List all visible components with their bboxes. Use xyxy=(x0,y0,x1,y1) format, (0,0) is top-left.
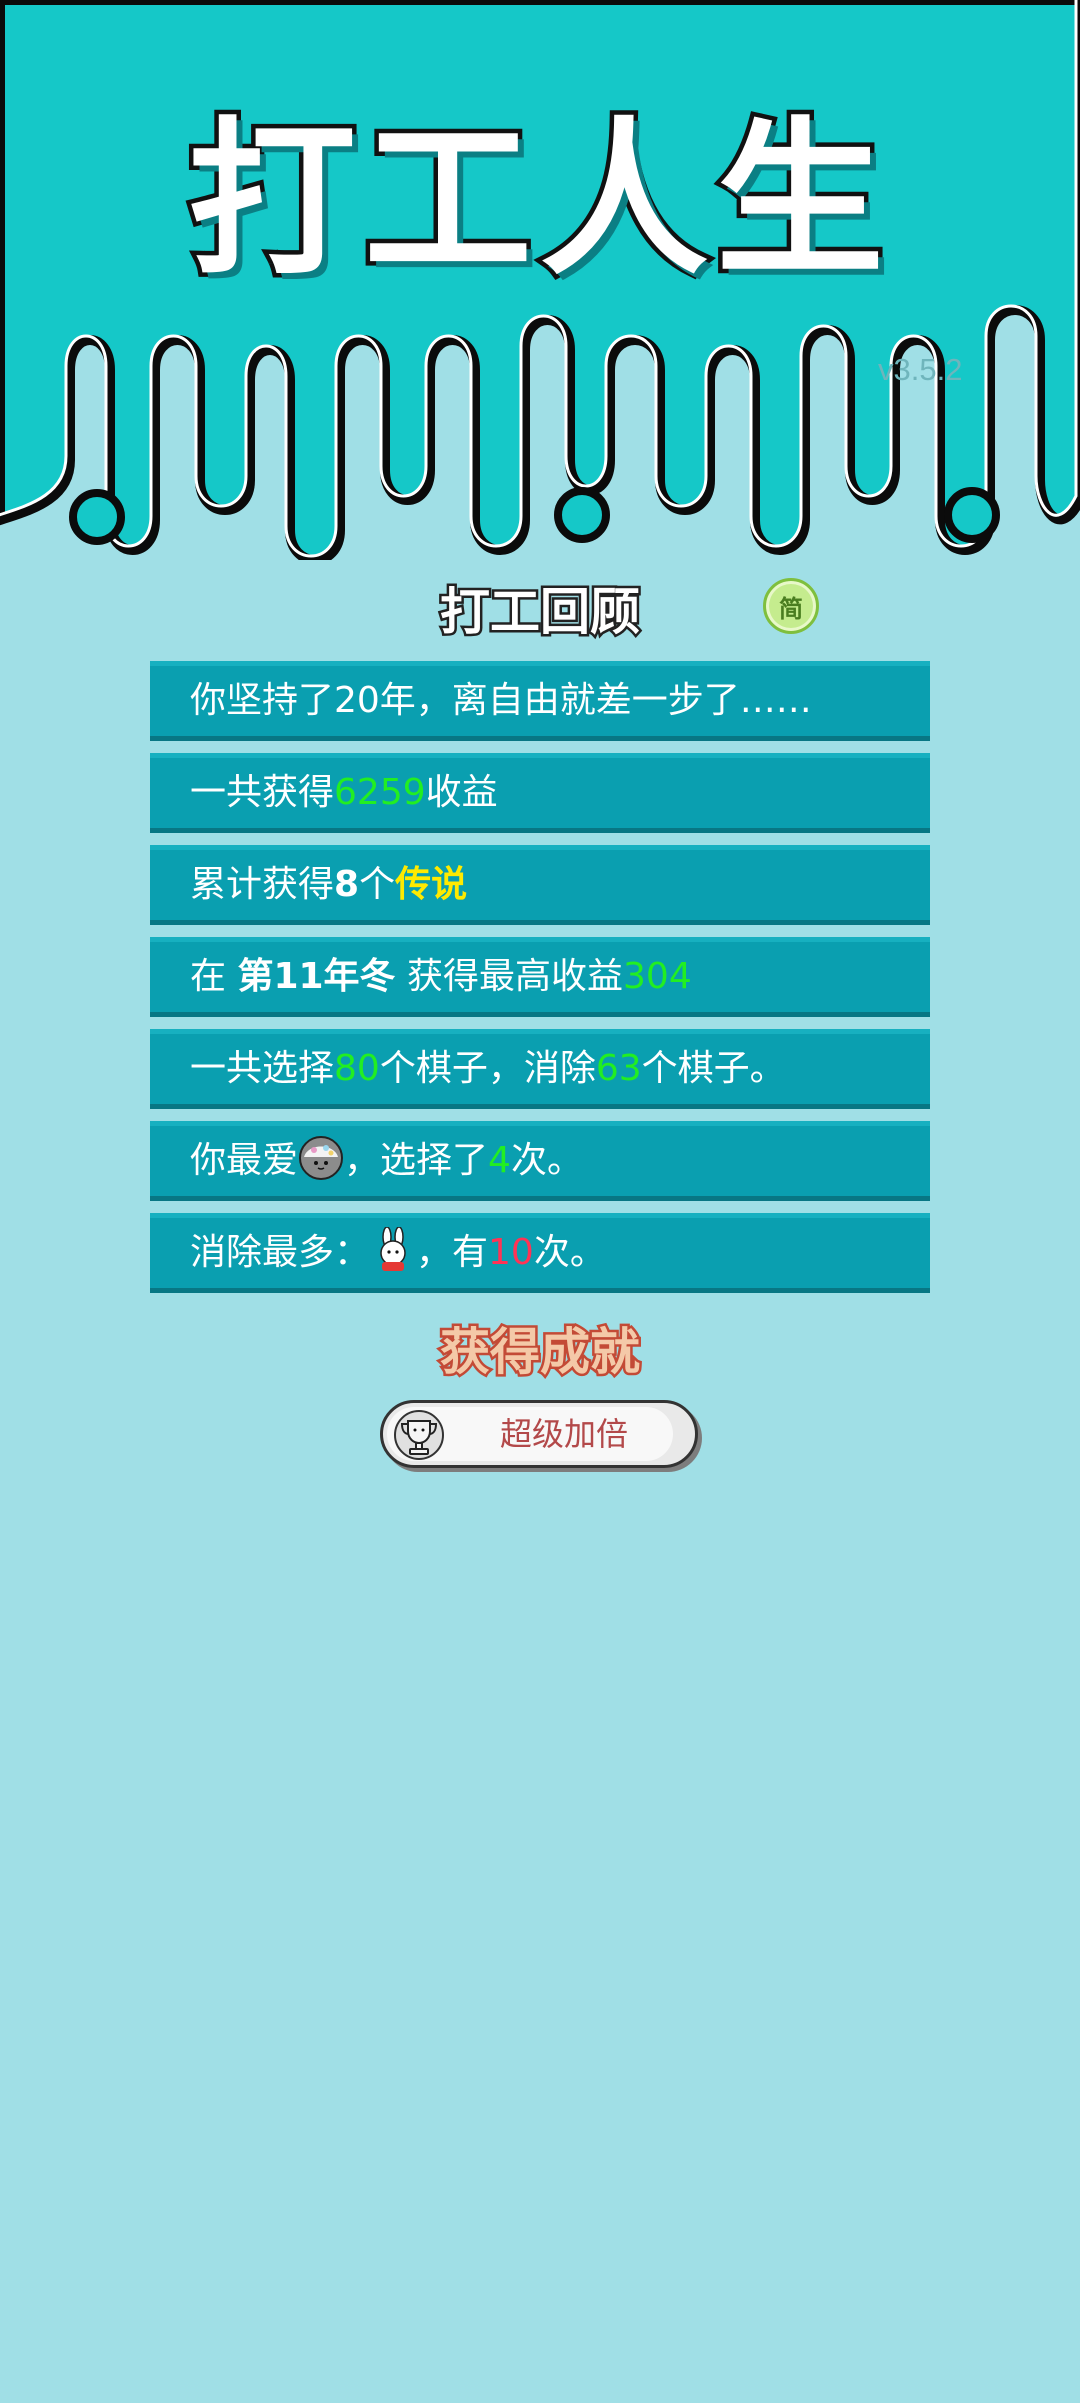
drip-droplet xyxy=(554,487,610,543)
drip-droplet xyxy=(69,489,125,545)
stat-label: 一共获得 xyxy=(190,772,335,813)
rabbit-icon xyxy=(380,1227,406,1271)
stat-label: 次。 xyxy=(510,1140,583,1181)
stat-label: 累计获得 xyxy=(190,864,335,905)
stat-label: 个 xyxy=(359,864,396,905)
achievement-label: 超级加倍 xyxy=(499,1415,628,1453)
stat-label: 消除最多： xyxy=(190,1232,371,1273)
legendary-count: 8 xyxy=(334,864,360,905)
version-label: v3.5.2 xyxy=(878,352,963,387)
stat-label: 个棋子，消除 xyxy=(379,1048,596,1089)
simplified-toggle-label: 简 xyxy=(779,594,803,623)
review-stat-list: 你坚持了20年，离自由就差一步了…… 一共获得6259收益 累计获得8个传说 在… xyxy=(150,661,930,1305)
achievement-badge[interactable]: 超级加倍 xyxy=(380,1400,698,1468)
app-title: 打工人生 xyxy=(184,101,892,300)
stat-row-total-income: 一共获得6259收益 xyxy=(150,753,930,833)
best-income-value: 304 xyxy=(623,956,692,997)
stat-row-favorite: 你最爱 ，选择了4次。 xyxy=(150,1121,930,1201)
stat-row-legendary: 累计获得8个传说 xyxy=(150,845,930,925)
pieces-selected-value: 80 xyxy=(334,1048,380,1089)
stat-row-pieces: 一共选择80个棋子，消除63个棋子。 xyxy=(150,1029,930,1109)
stat-label: 你最爱 xyxy=(190,1140,299,1181)
favorite-count: 4 xyxy=(488,1140,511,1181)
pieces-eliminated-value: 63 xyxy=(595,1048,642,1089)
stat-label: 收益 xyxy=(425,772,498,813)
stat-label: 一共选择 xyxy=(190,1048,335,1089)
stat-label: 在 xyxy=(190,956,238,997)
stat-label: ，选择了 xyxy=(344,1140,489,1181)
trophy-icon xyxy=(394,1410,444,1460)
rice-ball-icon xyxy=(299,1136,344,1180)
stat-row-most-eliminated: 消除最多： ，有10次。 xyxy=(150,1213,930,1293)
stat-label: 获得最高收益 xyxy=(395,956,624,997)
most-eliminated-count: 10 xyxy=(488,1232,534,1273)
stat-row-best-income: 在 第11年冬 获得最高收益304 xyxy=(150,937,930,1017)
stat-years-text: 你坚持了20年，离自由就差一步了…… xyxy=(190,680,812,721)
simplified-toggle-button[interactable]: 简 xyxy=(763,578,819,634)
stat-row-years: 你坚持了20年，离自由就差一步了…… xyxy=(150,661,930,741)
stat-label: 次。 xyxy=(533,1232,606,1273)
best-income-time: 第11年冬 xyxy=(237,956,396,997)
stat-label: 个棋子。 xyxy=(641,1048,786,1089)
legendary-label: 传说 xyxy=(395,864,468,905)
drip-droplet xyxy=(944,487,1000,543)
review-title: 打工回顾 xyxy=(438,581,643,644)
stat-label: ，有 xyxy=(416,1232,489,1273)
achievements-title: 获得成就 xyxy=(438,1321,643,1384)
total-income-value: 6259 xyxy=(334,772,426,813)
